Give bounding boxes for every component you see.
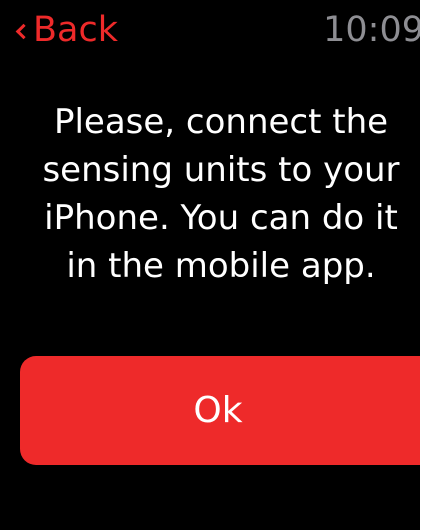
watch-screen: Back 10:09 Please, connect the sensing u… (0, 0, 420, 530)
ok-button[interactable]: Ok (20, 356, 420, 465)
back-button[interactable]: Back (15, 6, 118, 54)
clock: 10:09 (323, 10, 420, 50)
chevron-left-icon (15, 23, 32, 39)
instruction-message: Please, connect the sensing units to you… (42, 102, 400, 286)
status-bar: Back 10:09 (0, 0, 420, 60)
ok-label: Ok (193, 390, 243, 431)
back-label: Back (33, 10, 118, 50)
